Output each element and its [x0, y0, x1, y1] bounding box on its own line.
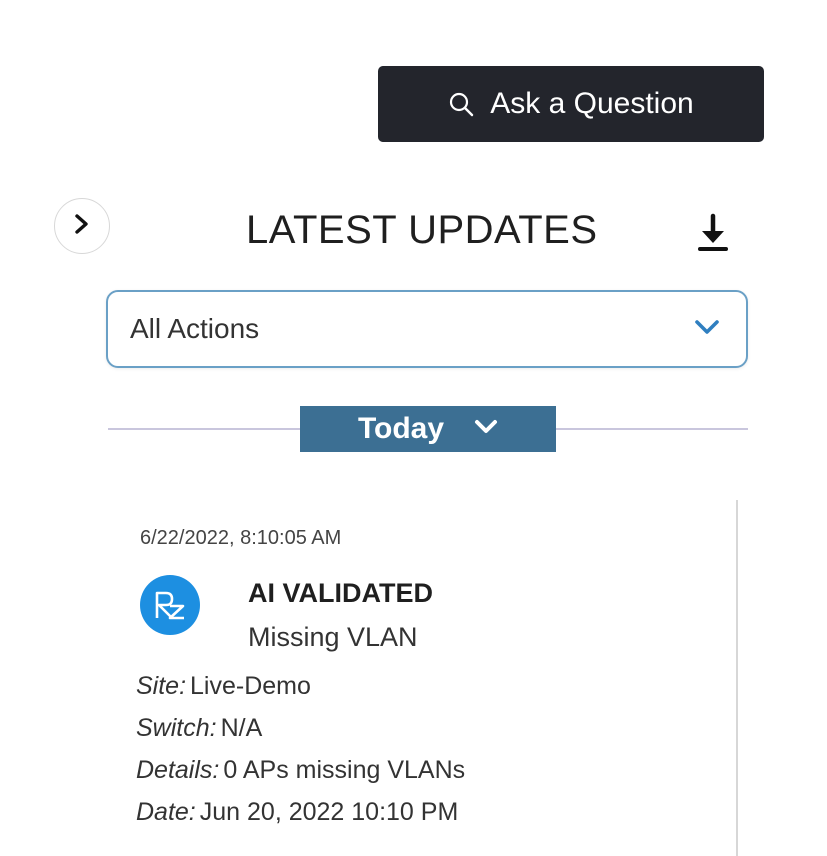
- update-card[interactable]: 6/22/2022, 8:10:05 AM AI VALIDATED Missi…: [120, 500, 738, 856]
- actions-filter-value: All Actions: [130, 313, 260, 344]
- ask-question-button[interactable]: Ask a Question: [378, 66, 764, 142]
- group-label: Today: [357, 412, 445, 445]
- search-icon: [448, 91, 474, 117]
- detail-key: Date:: [136, 798, 196, 826]
- ask-question-label: Ask a Question: [490, 87, 694, 120]
- detail-value: Live-Demo: [190, 672, 311, 700]
- rz-logo-icon: [140, 575, 200, 635]
- detail-value: 0 APs missing VLANs: [223, 756, 466, 784]
- expand-panel-button[interactable]: [54, 198, 110, 254]
- detail-value: Jun 20, 2022 10:10 PM: [199, 798, 459, 826]
- download-icon[interactable]: [696, 213, 730, 253]
- chevron-down-icon: [694, 318, 720, 341]
- chevron-down-icon: [474, 419, 498, 440]
- detail-details: Details: 0 APs missing VLANs: [136, 756, 465, 785]
- panel-title: LATEST UPDATES: [246, 208, 598, 252]
- detail-value: N/A: [220, 714, 263, 742]
- detail-key: Switch:: [136, 714, 217, 742]
- detail-site: Site: Live-Demo: [136, 672, 311, 701]
- detail-date: Date: Jun 20, 2022 10:10 PM: [136, 798, 458, 827]
- detail-switch: Switch: N/A: [136, 714, 262, 743]
- detail-key: Details:: [136, 756, 220, 784]
- update-issue: Missing VLAN: [248, 622, 418, 652]
- update-status: AI VALIDATED: [248, 578, 433, 608]
- chevron-right-icon: [73, 213, 91, 240]
- detail-key: Site:: [136, 672, 187, 700]
- actions-filter-select[interactable]: All Actions: [106, 290, 748, 368]
- update-timestamp: 6/22/2022, 8:10:05 AM: [140, 527, 342, 549]
- today-group-toggle[interactable]: Today: [300, 406, 556, 452]
